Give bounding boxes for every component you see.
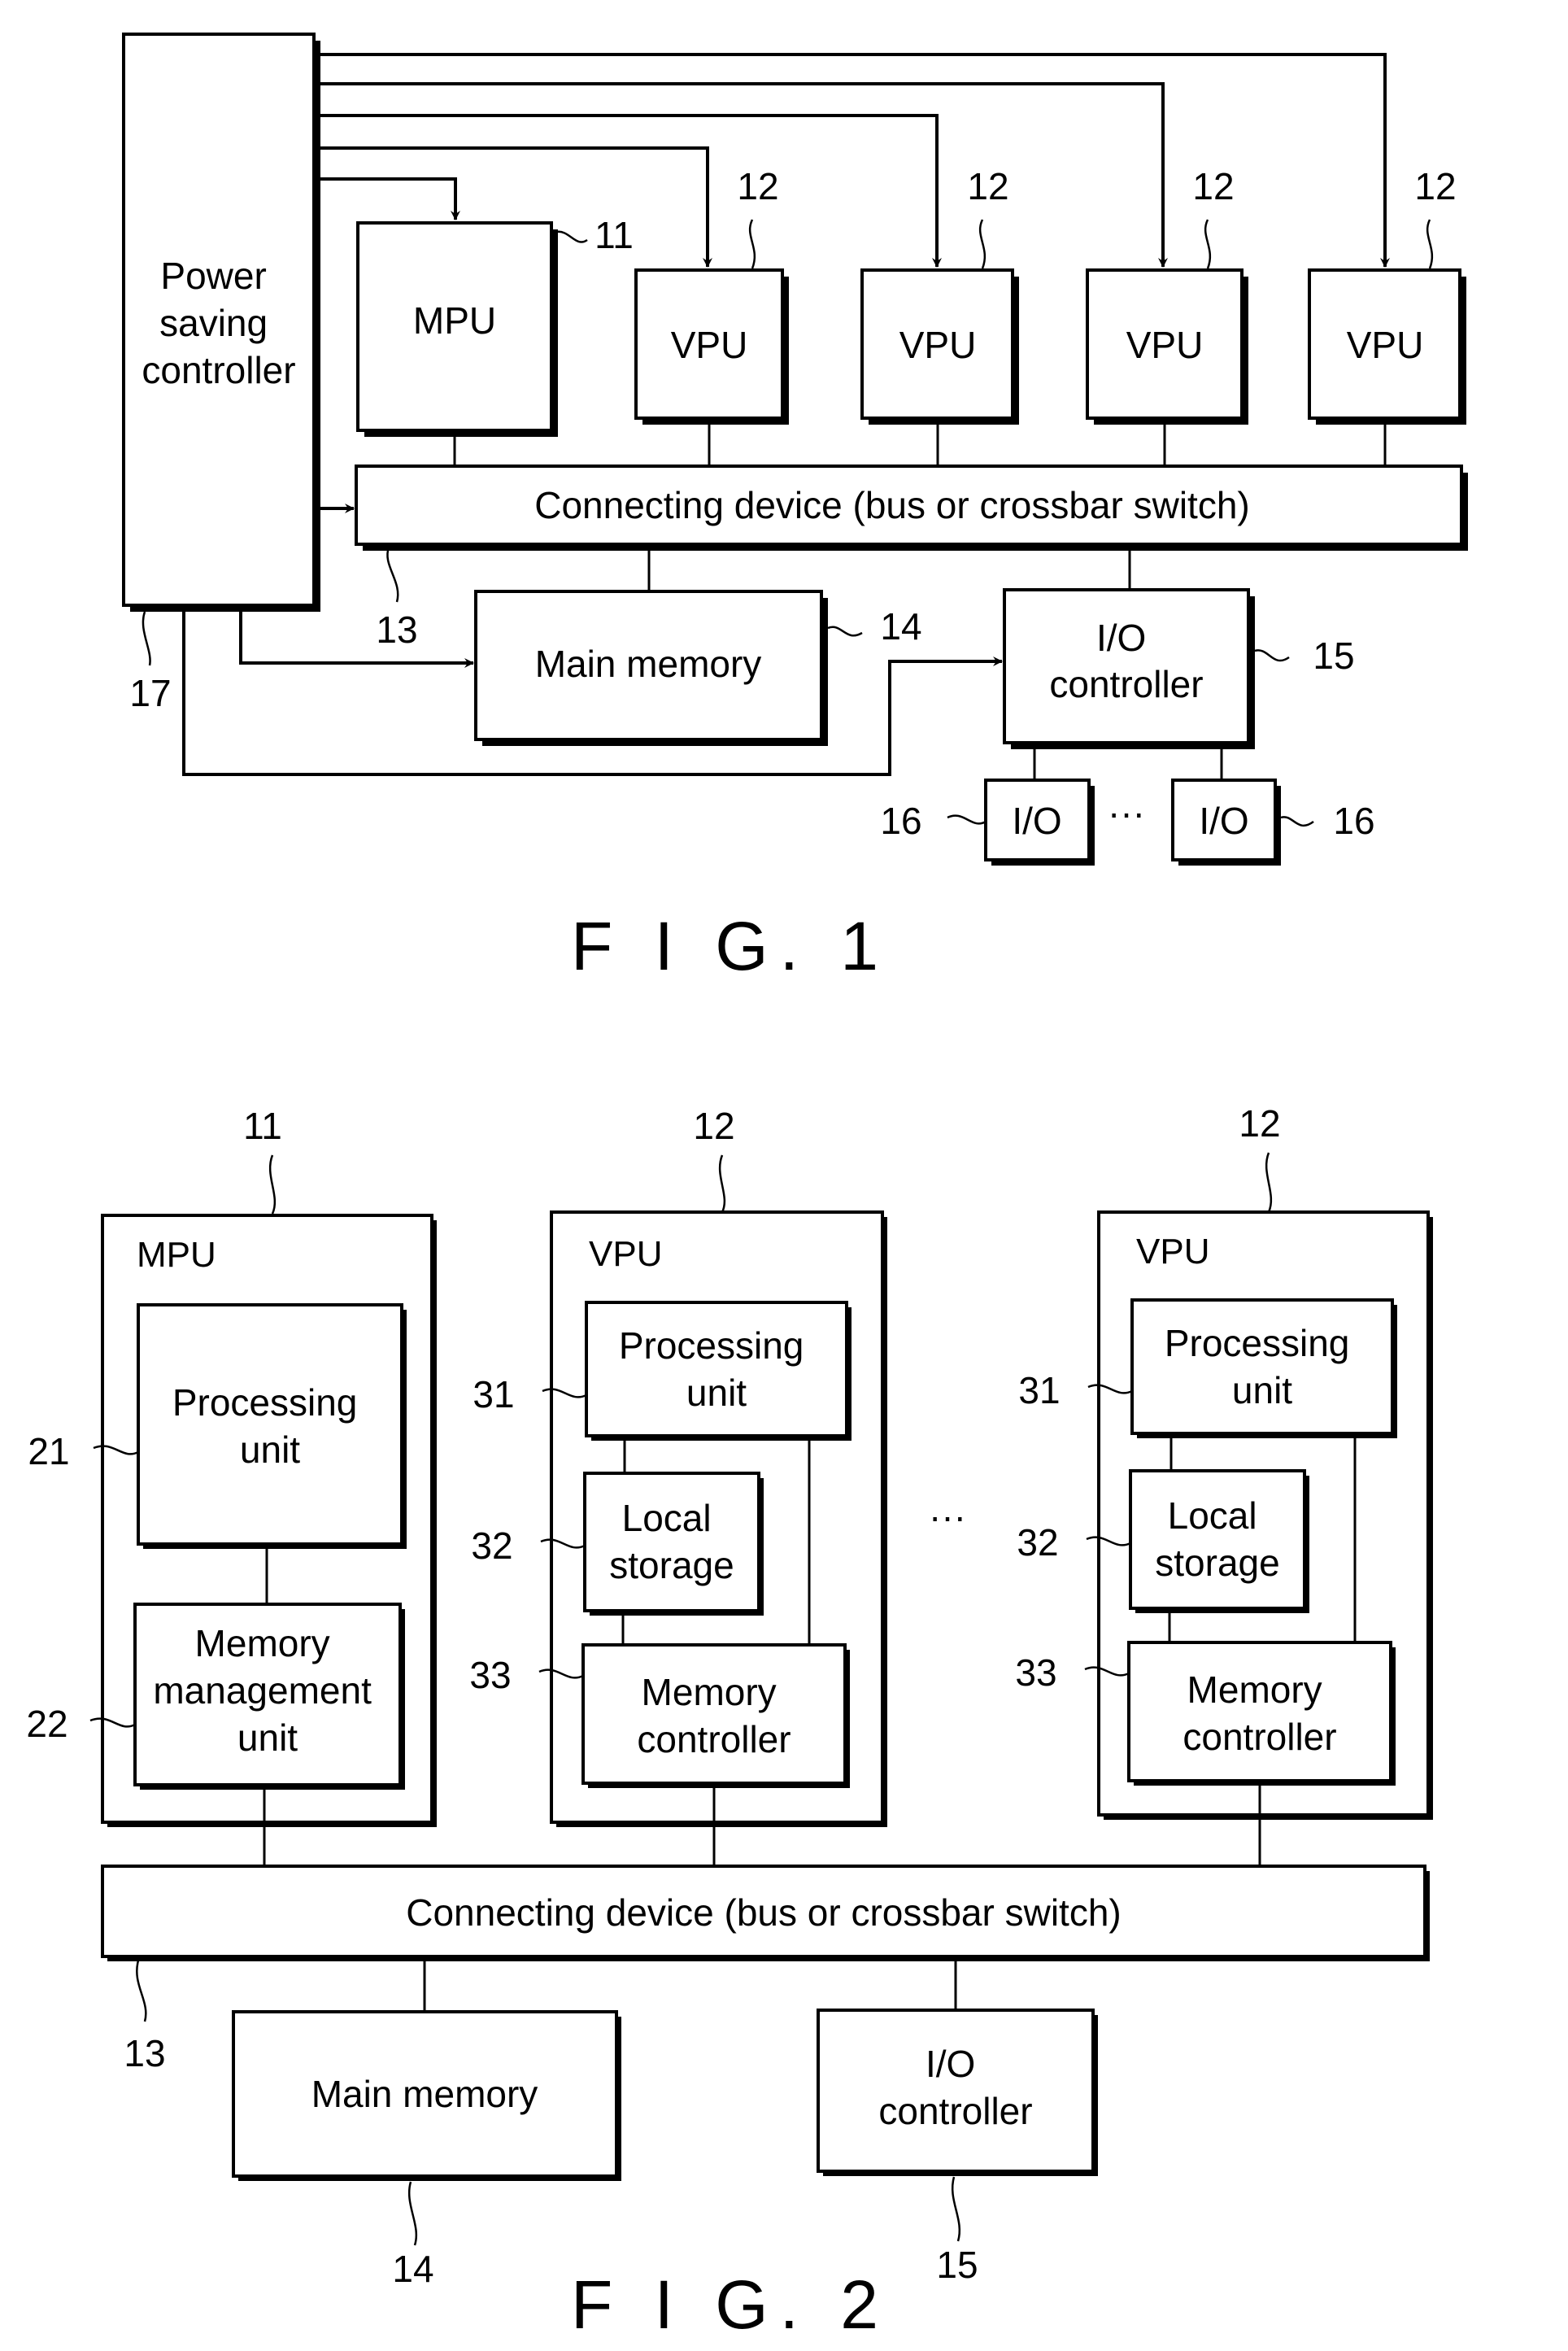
- io-device-label: I/O: [1012, 800, 1061, 842]
- vpu-block-1: VPU Processing unit Local storage Memory…: [550, 1210, 887, 1827]
- mpu-block: MPU: [356, 221, 558, 437]
- ref-21: 21: [28, 1430, 69, 1472]
- vpu-label: VPU: [1347, 324, 1424, 366]
- ref-15: 15: [1313, 635, 1354, 677]
- ref-leader-12: [718, 1154, 726, 1213]
- vpu-label: VPU: [589, 1234, 662, 1274]
- figure-1: Power saving controller 17 MPU 11 VPU 12…: [122, 33, 1468, 984]
- connecting-device-block: Connecting device (bus or crossbar switc…: [355, 465, 1468, 551]
- ref-13: 13: [376, 608, 417, 651]
- ref-leader-13: [386, 547, 399, 603]
- ref-14: 14: [392, 2248, 433, 2290]
- io-controller-block: I/O controller: [1003, 588, 1255, 749]
- ref-leader-12: [1204, 219, 1212, 269]
- ref-leader-13: [136, 1960, 147, 2022]
- ref-leader-12: [1426, 219, 1434, 269]
- ref-leader-15: [1254, 649, 1290, 662]
- connecting-device-block: Connecting device (bus or crossbar switc…: [101, 1865, 1430, 1961]
- ref-33: 33: [1015, 1651, 1056, 1694]
- ref-16: 16: [880, 800, 921, 842]
- ref-11: 11: [595, 214, 634, 256]
- main-memory-block: Main memory: [474, 590, 828, 746]
- figure-2: 11 MPU Processing unit Memory management…: [26, 1102, 1433, 2343]
- vpu-block-3: VPU: [1086, 268, 1248, 425]
- ellipsis: ···: [1108, 792, 1145, 834]
- connecting-device-label: Connecting device (bus or crossbar switc…: [406, 1891, 1121, 1934]
- ref-leader-12: [978, 219, 987, 269]
- ref-12: 12: [737, 165, 778, 207]
- main-memory-label: Main memory: [535, 643, 762, 685]
- vpu-label: VPU: [671, 324, 748, 366]
- ref-13: 13: [124, 2032, 165, 2074]
- main-memory-label: Main memory: [311, 2073, 538, 2115]
- power-saving-controller-block: Power saving controller: [122, 33, 320, 612]
- ref-leader-11: [268, 1154, 277, 1215]
- ref-32: 32: [1017, 1521, 1058, 1564]
- ref-leader-12: [1265, 1152, 1273, 1213]
- power-saving-controller-label: Power saving controller: [142, 255, 295, 391]
- patent-drawing-sheet: Power saving controller 17 MPU 11 VPU 12…: [26, 33, 1468, 2343]
- ellipsis: ···: [929, 1495, 966, 1538]
- vpu-block-2: VPU: [860, 268, 1019, 425]
- ref-leader-16: [1280, 816, 1314, 827]
- mpu-label: MPU: [137, 1235, 216, 1275]
- ref-33: 33: [469, 1654, 511, 1696]
- vpu-label: VPU: [1136, 1232, 1209, 1271]
- ref-leader-14: [407, 2181, 418, 2246]
- ref-12: 12: [1192, 165, 1234, 207]
- ref-12: 12: [967, 165, 1008, 207]
- ref-leader-14: [827, 626, 863, 637]
- ref-16: 16: [1333, 800, 1374, 842]
- io-device-block-1: I/O: [984, 779, 1095, 866]
- ref-leader-12: [748, 219, 756, 269]
- mpu-label: MPU: [413, 299, 496, 342]
- ref-32: 32: [471, 1524, 512, 1567]
- ref-17: 17: [129, 672, 171, 714]
- vpu-block-4: VPU: [1308, 268, 1466, 425]
- io-device-label: I/O: [1199, 800, 1248, 842]
- ref-22: 22: [26, 1703, 68, 1745]
- ref-12: 12: [1414, 165, 1456, 207]
- io-controller-block: I/O controller: [817, 2009, 1098, 2176]
- ref-14: 14: [880, 605, 921, 648]
- ref-leader-17: [142, 611, 151, 666]
- signal-line-mpu: [316, 177, 460, 220]
- ref-leader-15: [951, 2176, 961, 2242]
- io-device-block-2: I/O: [1171, 779, 1281, 866]
- figure-1-caption: F I G. 1: [571, 908, 890, 984]
- mpu-block: MPU Processing unit Memory management un…: [101, 1214, 437, 1827]
- vpu-label: VPU: [1126, 324, 1204, 366]
- ref-31: 31: [1018, 1369, 1060, 1411]
- figure-2-caption: F I G. 2: [571, 2266, 890, 2343]
- ref-12: 12: [693, 1105, 734, 1147]
- connecting-device-label: Connecting device (bus or crossbar switc…: [534, 484, 1249, 526]
- main-memory-block: Main memory: [232, 2010, 621, 2181]
- ref-15: 15: [936, 2244, 978, 2286]
- ref-leader-11: [555, 230, 588, 243]
- ref-12: 12: [1239, 1102, 1280, 1145]
- vpu-block-1: VPU: [634, 268, 789, 425]
- vpu-block-2: VPU Processing unit Local storage Memory…: [1097, 1210, 1433, 1820]
- ref-leader-16: [947, 814, 987, 825]
- signal-line-main-memory: [239, 608, 474, 668]
- ref-11: 11: [243, 1105, 282, 1147]
- vpu-label: VPU: [899, 324, 977, 366]
- ref-31: 31: [473, 1373, 514, 1415]
